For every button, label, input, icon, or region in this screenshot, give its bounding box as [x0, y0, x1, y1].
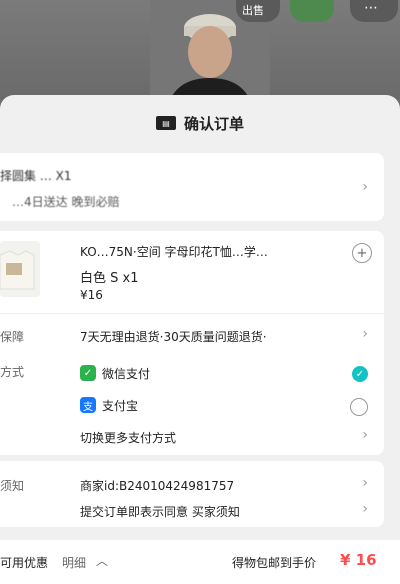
agreement-text: 提交订单即表示同意 买家须知 [80, 505, 240, 519]
chevron-right-icon: › [362, 427, 368, 443]
more-button[interactable]: ⋯ [350, 0, 398, 22]
add-icon[interactable]: + [352, 243, 372, 263]
address-line-2: …4日送达 晚到必赔 [12, 195, 120, 209]
product-price: ¥16 [80, 288, 103, 302]
address-card[interactable]: 择圆集 … X1 …4日送达 晚到必赔 › [0, 153, 384, 221]
radio-empty-icon[interactable] [350, 398, 368, 416]
merchant-row[interactable]: 商家id:B24010424981757 › [0, 469, 384, 495]
detail-button[interactable]: 明细 [62, 554, 86, 571]
notice-card: 须知 商家id:B24010424981757 › 提交订单即表示同意 买家须知… [0, 461, 384, 527]
guarantee-label: 保障 [0, 330, 25, 344]
merchant-id: 商家id:B24010424981757 [80, 479, 235, 493]
wechat-button[interactable] [290, 0, 334, 22]
payment-card: 方式 ✓ 微信支付 ✓ 支 支付宝 切换更多支付方式 › [0, 351, 384, 455]
wechat-pay-icon: ✓ [80, 365, 96, 381]
address-line-1: 择圆集 … X1 [0, 169, 72, 183]
alipay-icon: 支 [80, 397, 96, 413]
sheet-header: ▤ 确认订单 [0, 95, 400, 151]
agreement-row[interactable]: 提交订单即表示同意 买家须知 › [0, 497, 384, 523]
total-label: 得物包邮到手价 [232, 556, 317, 570]
background-photo: 出售 ⋯ [0, 0, 400, 100]
more-payment-row[interactable]: 切换更多支付方式 › [0, 421, 384, 451]
chevron-right-icon: › [362, 501, 368, 517]
guarantee-row[interactable]: 保障 7天无理由退货·30天质量问题退货· › [0, 314, 384, 354]
product-thumbnail [0, 241, 40, 297]
payment-option-label: 微信支付 [102, 367, 151, 381]
more-payment-label: 切换更多支付方式 [80, 431, 177, 445]
total-price: ¥ 16 [340, 551, 377, 569]
guarantee-text: 7天无理由退货·30天质量问题退货· [80, 330, 267, 344]
chevron-right-icon: › [362, 475, 368, 491]
page-title: 确认订单 [183, 114, 244, 133]
product-title: KO…75N·空间 字母印花T恤…学… [80, 245, 268, 259]
order-icon: ▤ [155, 116, 176, 130]
radio-checked-icon[interactable]: ✓ [352, 366, 368, 382]
payment-option-wechat[interactable]: ✓ 微信支付 ✓ [0, 357, 384, 387]
chevron-right-icon: › [362, 179, 368, 195]
more-icon: ⋯ [364, 0, 378, 16]
chevron-right-icon: › [362, 326, 368, 342]
product-spec: 白色 S x1 [80, 271, 139, 286]
footer-bar: 可用优惠 明细 ︿ 得物包邮到手价 ¥ 16 [0, 540, 400, 584]
coupon-label: 可用优惠 [0, 556, 49, 570]
payment-option-label: 支付宝 [102, 399, 139, 413]
order-sheet: ▤ 确认订单 择圆集 … X1 …4日送达 晚到必赔 › KO…75N·空间 字… [0, 95, 400, 584]
payment-option-alipay[interactable]: 支 支付宝 [0, 389, 384, 419]
chevron-up-icon: ︿ [96, 554, 109, 568]
sell-button[interactable]: 出售 [236, 0, 280, 22]
